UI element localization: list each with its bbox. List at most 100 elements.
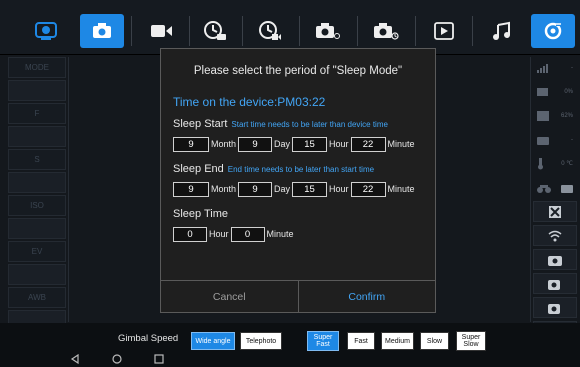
small-camera-icon: [561, 184, 573, 193]
battery-status: 0%: [533, 81, 577, 102]
photo-mode-button[interactable]: [80, 14, 124, 48]
drone-icon: [537, 184, 551, 193]
video-icon: [151, 25, 172, 37]
logo-icon: [32, 14, 60, 48]
telephoto-button[interactable]: Telephoto: [240, 332, 282, 350]
battery-icon: [537, 87, 548, 96]
settings-button[interactable]: [531, 14, 575, 48]
storage-status: 62%: [533, 105, 577, 126]
nav-back-button[interactable]: [68, 352, 82, 366]
sleep-end-hour-field[interactable]: 15: [292, 181, 328, 197]
nav-home-button[interactable]: [110, 352, 124, 366]
wide-angle-button[interactable]: Wide angle: [191, 332, 235, 350]
close-video-button[interactable]: [533, 201, 577, 222]
gimbal-camera-row: [533, 177, 577, 198]
back-triangle-icon: [70, 354, 79, 364]
confirm-button[interactable]: Confirm: [299, 281, 436, 312]
slow-button[interactable]: Slow: [420, 332, 449, 350]
device-time: Time on the device:PM03:22: [173, 95, 326, 109]
timelapse-photo-icon: [204, 21, 226, 40]
sleep-end-day-field[interactable]: 9: [238, 181, 273, 197]
super-slow-button[interactable]: Super Slow: [456, 331, 486, 351]
sleep-end-hint: End time needs to be later than start ti…: [227, 165, 375, 174]
temperature-status: 0 ℃: [533, 153, 577, 174]
left-menu-item[interactable]: EV: [8, 241, 66, 262]
medium-button[interactable]: Medium: [381, 332, 414, 350]
music-button[interactable]: [482, 14, 522, 48]
sleep-end-minute-field[interactable]: 22: [350, 181, 386, 197]
signal-value: -: [571, 64, 573, 71]
right-status-panel: - 0% 62% - 0 ℃: [533, 57, 577, 345]
sleep-start-month-field[interactable]: 9: [173, 136, 209, 152]
dialog-title: Please select the period of "Sleep Mode": [193, 65, 403, 77]
burst-photo-icon: [316, 23, 340, 39]
camera-status: -: [533, 129, 577, 150]
left-menu-item[interactable]: ISO: [8, 195, 66, 216]
video-mode-button[interactable]: [140, 14, 184, 48]
camera-off-button[interactable]: [533, 273, 577, 294]
sleep-start-hour-field[interactable]: 15: [292, 136, 328, 152]
timelapse-video-icon: [259, 21, 281, 40]
left-menu-item[interactable]: AWB: [8, 287, 66, 308]
month-unit: Month: [211, 139, 237, 149]
left-menu-item[interactable]: [8, 218, 66, 239]
left-menu-item[interactable]: F: [8, 103, 66, 124]
signal-status: -: [533, 57, 577, 78]
burst-photo-button[interactable]: [306, 14, 350, 48]
fast-button[interactable]: Fast: [347, 332, 375, 350]
timelapse-photo-button[interactable]: [193, 14, 237, 48]
music-icon: [493, 21, 510, 40]
playback-icon: [434, 22, 454, 40]
timer-photo-button[interactable]: [364, 14, 408, 48]
sleep-mode-dialog: Please select the period of "Sleep Mode"…: [160, 48, 436, 313]
left-menu-item[interactable]: [8, 80, 66, 101]
minute-unit: Minute: [387, 184, 415, 194]
day-unit: Day: [274, 139, 291, 149]
recents-square-icon: [154, 354, 164, 364]
sleep-end-month-field[interactable]: 9: [173, 181, 209, 197]
sleep-start-hint: Start time needs to be later than device…: [231, 120, 388, 129]
capture-button[interactable]: [533, 249, 577, 270]
sleep-start-minute-field[interactable]: 22: [350, 136, 386, 152]
camera-capture-icon: [548, 255, 562, 266]
left-menu-item[interactable]: S: [8, 149, 66, 170]
timelapse-video-button[interactable]: [248, 14, 292, 48]
left-menu-item[interactable]: [8, 172, 66, 193]
month-unit: Month: [211, 184, 237, 194]
timer-photo-icon: [374, 23, 399, 40]
minute-unit: Minute: [266, 229, 294, 239]
camera-status-icon: [537, 136, 549, 145]
left-mode-menu: MODE F S ISO EV AWB: [8, 57, 66, 333]
camera-on-button[interactable]: [533, 297, 577, 318]
sleep-time-label: Sleep Time: [173, 208, 229, 220]
playback-button[interactable]: [424, 14, 464, 48]
temperature-value: 0 ℃: [561, 161, 573, 167]
left-menu-item[interactable]: MODE: [8, 57, 66, 78]
hour-unit: Hour: [329, 139, 349, 149]
dialog-footer: Cancel Confirm: [161, 280, 435, 312]
cancel-button[interactable]: Cancel: [161, 281, 299, 312]
super-fast-button[interactable]: Super Fast: [307, 331, 339, 351]
camera-off-icon: [548, 279, 560, 290]
sleep-time-minute-field[interactable]: 0: [230, 226, 265, 242]
left-menu-item[interactable]: [8, 126, 66, 147]
left-menu-item[interactable]: [8, 264, 66, 285]
sleep-start-day-field[interactable]: 9: [238, 136, 273, 152]
settings-icon: [544, 22, 562, 40]
sleep-start-row: 9 Month 9 Day 15 Hour 22 Minute: [173, 136, 417, 152]
wifi-icon: [548, 230, 562, 241]
storage-value: 62%: [560, 112, 573, 119]
camera-on-icon: [548, 303, 560, 314]
signal-icon: [537, 63, 548, 73]
sleep-end-section: Sleep End End time needs to be later than…: [173, 163, 374, 175]
camera-status-value: -: [571, 136, 573, 143]
thermometer-icon: [538, 157, 543, 169]
sleep-time-row: 0 Hour 0 Minute: [173, 226, 296, 242]
top-toolbar: [0, 0, 580, 55]
hour-unit: Hour: [209, 229, 229, 239]
sleep-time-hour-field[interactable]: 0: [173, 226, 207, 242]
wifi-button[interactable]: [533, 225, 577, 246]
nav-recents-button[interactable]: [152, 352, 166, 366]
gimbal-speed-label: Gimbal Speed: [118, 333, 179, 344]
battery-value: 0%: [564, 88, 573, 95]
